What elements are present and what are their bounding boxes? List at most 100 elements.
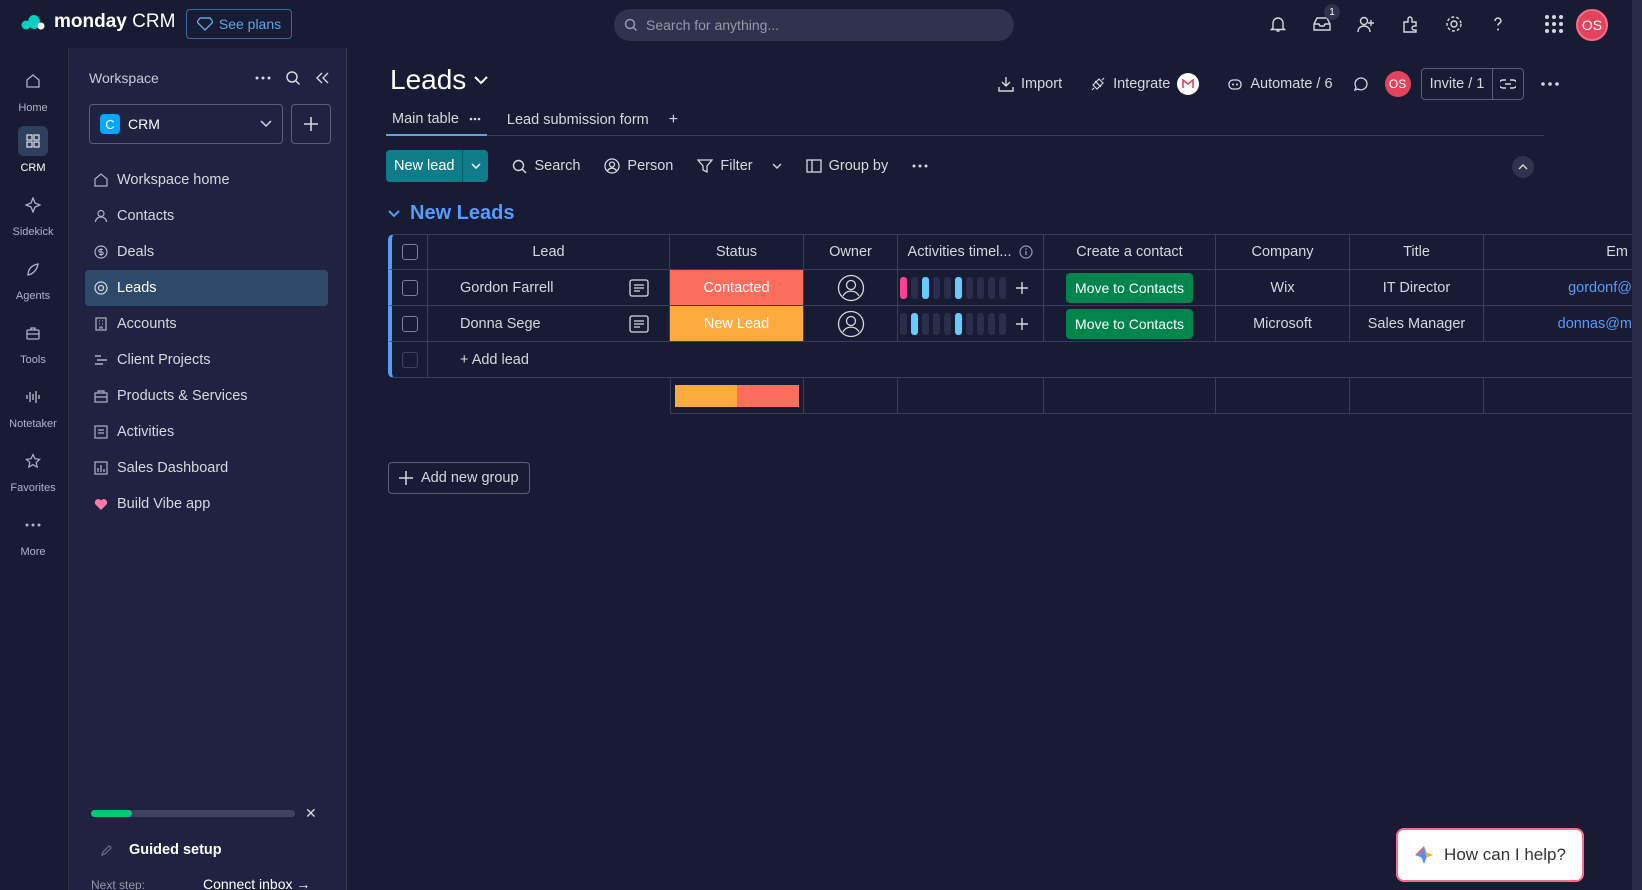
select-all-checkbox[interactable] [401, 244, 418, 260]
invite-button[interactable]: Invite / 1 [1420, 68, 1525, 100]
rail-item-sidekick[interactable]: Sidekick [0, 190, 66, 238]
global-search-input[interactable]: Search for anything... [614, 9, 1014, 41]
sidebar-item-contacts[interactable]: Contacts [85, 198, 328, 234]
filter-button[interactable]: Filter [685, 150, 793, 182]
integrate-button[interactable]: Integrate [1076, 68, 1213, 100]
company-cell[interactable]: Microsoft [1216, 306, 1350, 342]
item-updates-cell[interactable] [608, 306, 670, 342]
rail-item-tools[interactable]: Tools [0, 318, 66, 366]
new-lead-label[interactable]: New lead [386, 150, 463, 182]
column-header-lead[interactable]: Lead [428, 234, 670, 270]
item-updates-icon[interactable] [628, 278, 649, 297]
settings-icon[interactable] [1432, 10, 1476, 38]
person-filter-button[interactable]: Person [592, 150, 685, 182]
import-button[interactable]: Import [984, 68, 1076, 100]
rail-item-more[interactable]: More [0, 510, 66, 558]
owner-cell[interactable] [804, 270, 898, 306]
chevron-down-icon[interactable] [772, 163, 782, 169]
chevron-down-icon[interactable] [388, 209, 400, 218]
plus-icon[interactable] [1016, 317, 1028, 330]
group-by-button[interactable]: Group by [794, 150, 901, 182]
updates-button[interactable] [1347, 68, 1375, 100]
title-cell[interactable]: Sales Manager [1350, 306, 1484, 342]
add-lead-cell[interactable]: + Add lead [428, 342, 1632, 378]
link-icon[interactable] [1493, 69, 1523, 99]
search-button[interactable]: Search [500, 150, 592, 182]
column-header-owner[interactable]: Owner [804, 234, 898, 270]
sidebar-item-sales-dashboard[interactable]: Sales Dashboard [85, 450, 328, 486]
more-options-icon[interactable] [469, 117, 481, 121]
company-cell[interactable]: Wix [1216, 270, 1350, 306]
add-view-button[interactable]: + [655, 104, 692, 136]
rail-item-home[interactable]: Home [0, 66, 66, 114]
info-icon[interactable] [1019, 245, 1034, 259]
lead-name-cell[interactable]: Gordon Farrell [428, 270, 608, 306]
add-new-group-button[interactable]: Add new group [388, 462, 530, 494]
user-avatar[interactable]: OS [1576, 9, 1608, 41]
status-cell[interactable]: New Lead [670, 306, 804, 342]
board-title[interactable]: Leads [390, 64, 489, 96]
connect-inbox-link[interactable]: Connect inbox → [203, 876, 310, 890]
sidebar-item-leads[interactable]: Leads [85, 270, 328, 306]
person-avatar-icon[interactable] [837, 274, 865, 302]
search-icon[interactable] [285, 70, 301, 86]
owner-cell[interactable] [804, 306, 898, 342]
new-lead-dropdown[interactable] [462, 150, 489, 182]
help-icon[interactable] [1476, 10, 1520, 38]
rail-item-notetaker[interactable]: Notetaker [0, 382, 66, 430]
column-header-email[interactable]: Em [1484, 234, 1632, 270]
workspace-selector[interactable]: C CRM [89, 104, 283, 144]
sidebar-item-accounts[interactable]: Accounts [85, 306, 328, 342]
column-header-company[interactable]: Company [1216, 234, 1350, 270]
rail-item-favorites[interactable]: Favorites [0, 446, 66, 494]
status-cell[interactable]: Contacted [670, 270, 804, 306]
new-lead-button[interactable]: New lead [386, 150, 489, 182]
move-to-contacts-button[interactable]: Move to Contacts [1066, 308, 1193, 339]
column-header-activities-timeline[interactable]: Activities timel... [898, 234, 1044, 270]
column-header-create-contact[interactable]: Create a contact [1044, 234, 1216, 270]
sidebar-item-workspace-home[interactable]: Workspace home [85, 162, 328, 198]
inbox-icon[interactable]: 1 [1300, 4, 1344, 38]
email-link[interactable]: gordonf@ [1568, 280, 1632, 296]
add-item-button[interactable] [291, 104, 331, 144]
move-to-contacts-button[interactable]: Move to Contacts [1066, 272, 1193, 303]
email-cell[interactable]: donnas@m [1484, 306, 1632, 342]
rail-item-agents[interactable]: Agents [0, 254, 66, 302]
row-checkbox[interactable] [401, 315, 418, 332]
select-all-checkbox-cell[interactable] [388, 234, 428, 270]
automate-button[interactable]: Automate / 6 [1213, 68, 1346, 100]
column-header-status[interactable]: Status [670, 234, 804, 270]
invite-people-icon[interactable] [1344, 10, 1388, 38]
collapse-header-button[interactable] [1512, 156, 1534, 178]
item-updates-icon[interactable] [628, 314, 649, 333]
table-row[interactable]: Donna Sege New Lead Move to Contacts Mic… [388, 306, 1632, 342]
sidebar-item-client-projects[interactable]: Client Projects [85, 342, 328, 378]
email-link[interactable]: donnas@m [1558, 316, 1632, 332]
group-title[interactable]: New Leads [388, 202, 514, 225]
status-summary-cell[interactable] [670, 378, 804, 414]
row-checkbox[interactable] [401, 279, 418, 296]
collapse-sidebar-icon[interactable] [315, 72, 329, 84]
table-row[interactable]: Gordon Farrell Contacted Move to Contact… [388, 270, 1632, 306]
sidebar-item-build-vibe-app[interactable]: Build Vibe app [85, 486, 328, 522]
monday-logo[interactable]: monday CRM [20, 11, 175, 33]
row-checkbox-cell[interactable] [388, 306, 428, 342]
sidebar-item-deals[interactable]: Deals [85, 234, 328, 270]
more-options-icon[interactable] [255, 76, 271, 80]
activities-timeline-cell[interactable] [898, 306, 1044, 342]
activities-timeline-cell[interactable] [898, 270, 1044, 306]
page-scrollbar[interactable] [1632, 0, 1642, 890]
apps-icon[interactable] [1388, 10, 1432, 38]
item-updates-cell[interactable] [608, 270, 670, 306]
ai-help-button[interactable]: How can I help? [1396, 828, 1584, 882]
grid-icon[interactable] [1532, 10, 1576, 38]
board-owner-avatar[interactable]: OS [1384, 71, 1411, 97]
person-avatar-icon[interactable] [837, 310, 865, 338]
rail-item-crm[interactable]: CRM [0, 126, 66, 174]
row-checkbox-cell[interactable] [388, 270, 428, 306]
lead-name-cell[interactable]: Donna Sege [428, 306, 608, 342]
see-plans-button[interactable]: See plans [186, 9, 292, 39]
plus-icon[interactable] [1016, 281, 1028, 294]
add-lead-row[interactable]: + Add lead [388, 342, 1632, 378]
toolbar-more-icon[interactable] [900, 150, 940, 182]
